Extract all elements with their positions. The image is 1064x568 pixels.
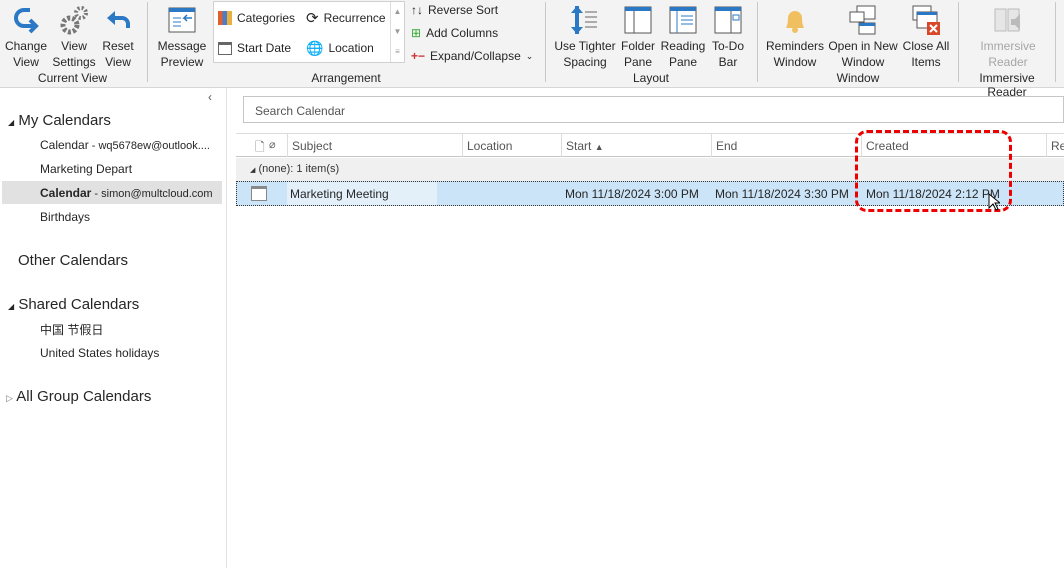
immersive-reader-button[interactable]: Immersive Reader bbox=[966, 2, 1050, 70]
calendar-item[interactable]: United States holidays bbox=[40, 346, 159, 360]
cell-subject: Marketing Meeting bbox=[290, 187, 389, 201]
group-label-current-view: Current View bbox=[37, 71, 108, 85]
folder-pane-button[interactable]: Folder Pane bbox=[619, 2, 657, 70]
appointment-icon bbox=[251, 186, 267, 201]
message-preview-icon bbox=[153, 2, 211, 38]
calendar-item[interactable]: Marketing Depart bbox=[40, 162, 132, 176]
expanded-triangle-icon: ◢ bbox=[8, 302, 15, 311]
calendar-item[interactable]: Birthdays bbox=[40, 210, 90, 224]
spacing-icon bbox=[551, 2, 619, 38]
collapse-pane-icon[interactable]: ‹ bbox=[208, 90, 212, 104]
gallery-scroll[interactable]: ▲ ▼ ≡ bbox=[390, 2, 404, 62]
add-columns-button[interactable]: ⊞ Add Columns bbox=[411, 23, 498, 43]
calendar-icon bbox=[218, 41, 232, 55]
todo-bar-icon bbox=[709, 2, 747, 38]
view-settings-button[interactable]: View Settings bbox=[51, 2, 97, 70]
calendar-item-selected[interactable]: Calendar - simon@multcloud.com bbox=[40, 186, 213, 200]
change-view-icon bbox=[3, 2, 49, 38]
todo-bar-button[interactable]: To-Do Bar bbox=[709, 2, 747, 70]
divider bbox=[958, 2, 959, 82]
group-label-layout: Layout bbox=[632, 71, 670, 85]
bell-icon bbox=[764, 2, 826, 38]
expanded-triangle-icon: ◢ bbox=[8, 118, 15, 127]
close-windows-icon bbox=[900, 2, 952, 38]
calendar-item[interactable]: 中国 节假日 bbox=[40, 321, 103, 338]
reminders-window-button[interactable]: Reminders Window bbox=[764, 2, 826, 70]
book-speaker-icon bbox=[966, 2, 1050, 38]
folder-pane-icon bbox=[619, 2, 657, 38]
column-start[interactable]: Start ▲ bbox=[561, 134, 711, 157]
divider bbox=[147, 2, 148, 82]
close-all-items-button[interactable]: Close All Items bbox=[900, 2, 952, 70]
expand-collapse-icon: +− bbox=[411, 49, 426, 63]
expanded-triangle-icon: ◢ bbox=[250, 167, 256, 174]
divider bbox=[545, 2, 546, 82]
divider bbox=[1055, 2, 1056, 82]
divider bbox=[757, 2, 758, 82]
all-group-calendars-header[interactable]: ▷ All Group Calendars bbox=[6, 388, 151, 405]
reset-view-button[interactable]: Reset View bbox=[99, 2, 137, 70]
attachment-icon[interactable]: ⌀ bbox=[269, 138, 276, 151]
recurrence-option[interactable]: ⟳ Recurrence bbox=[306, 8, 386, 28]
sort-arrows-icon: ↑↓ bbox=[411, 3, 423, 17]
ribbon: Change View View Settings Reset View Cur… bbox=[0, 0, 1064, 99]
cell-end: Mon 11/18/2024 3:30 PM bbox=[715, 187, 849, 201]
tighter-spacing-button[interactable]: Use Tighter Spacing bbox=[551, 2, 619, 70]
column-more[interactable]: Re bbox=[1046, 134, 1064, 157]
other-calendars-header[interactable]: Other Calendars bbox=[18, 252, 128, 269]
shared-calendars-header[interactable]: ◢ Shared Calendars bbox=[8, 296, 139, 313]
recurrence-icon: ⟳ bbox=[306, 10, 319, 27]
globe-pin-icon: 🌐 bbox=[306, 39, 324, 56]
arrangement-gallery: Categories ⟳ Recurrence Start Date 🌐 Locat… bbox=[213, 1, 405, 63]
column-end[interactable]: End bbox=[711, 134, 861, 157]
undo-icon bbox=[99, 2, 137, 38]
new-window-icon bbox=[826, 2, 900, 38]
group-label-arrangement: Arrangement bbox=[311, 71, 381, 85]
mouse-cursor-icon bbox=[988, 192, 1002, 214]
expand-collapse-button[interactable]: +− Expand/Collapse ⌄ bbox=[411, 46, 533, 66]
change-view-button[interactable]: Change View bbox=[3, 2, 49, 70]
calendar-item[interactable]: Calendar - wq5678ew@outlook.... bbox=[40, 138, 210, 152]
reading-pane-button[interactable]: Reading Pane bbox=[659, 2, 707, 70]
message-preview-button[interactable]: Message Preview bbox=[153, 2, 211, 70]
categories-icon bbox=[218, 11, 232, 25]
add-columns-icon: ⊞ bbox=[411, 26, 422, 40]
categories-option[interactable]: Categories bbox=[218, 8, 295, 28]
sort-ascending-icon: ▲ bbox=[594, 142, 604, 152]
group-label-immersive: Immersive Reader bbox=[979, 71, 1035, 99]
collapsed-triangle-icon: ▷ bbox=[6, 393, 13, 403]
start-date-option[interactable]: Start Date bbox=[218, 38, 291, 58]
group-label-window: Window bbox=[836, 71, 880, 85]
chevron-down-icon: ⌄ bbox=[525, 50, 534, 61]
folder-pane: ‹ ◢ My Calendars Calendar - wq5678ew@out… bbox=[0, 88, 227, 568]
column-location[interactable]: Location bbox=[462, 134, 561, 157]
item-type-icon[interactable]: 🗋 bbox=[255, 138, 265, 159]
gears-icon bbox=[51, 2, 97, 38]
reverse-sort-button[interactable]: ↑↓ Reverse Sort bbox=[411, 0, 498, 20]
open-new-window-button[interactable]: Open in New Window bbox=[826, 2, 900, 70]
reading-pane-icon bbox=[659, 2, 707, 38]
my-calendars-header[interactable]: ◢ My Calendars bbox=[8, 112, 111, 129]
location-option[interactable]: 🌐 Location bbox=[306, 38, 374, 58]
column-subject[interactable]: Subject bbox=[287, 134, 462, 157]
cell-start: Mon 11/18/2024 3:00 PM bbox=[565, 187, 699, 201]
search-input[interactable]: Search Calendar bbox=[243, 96, 1064, 123]
